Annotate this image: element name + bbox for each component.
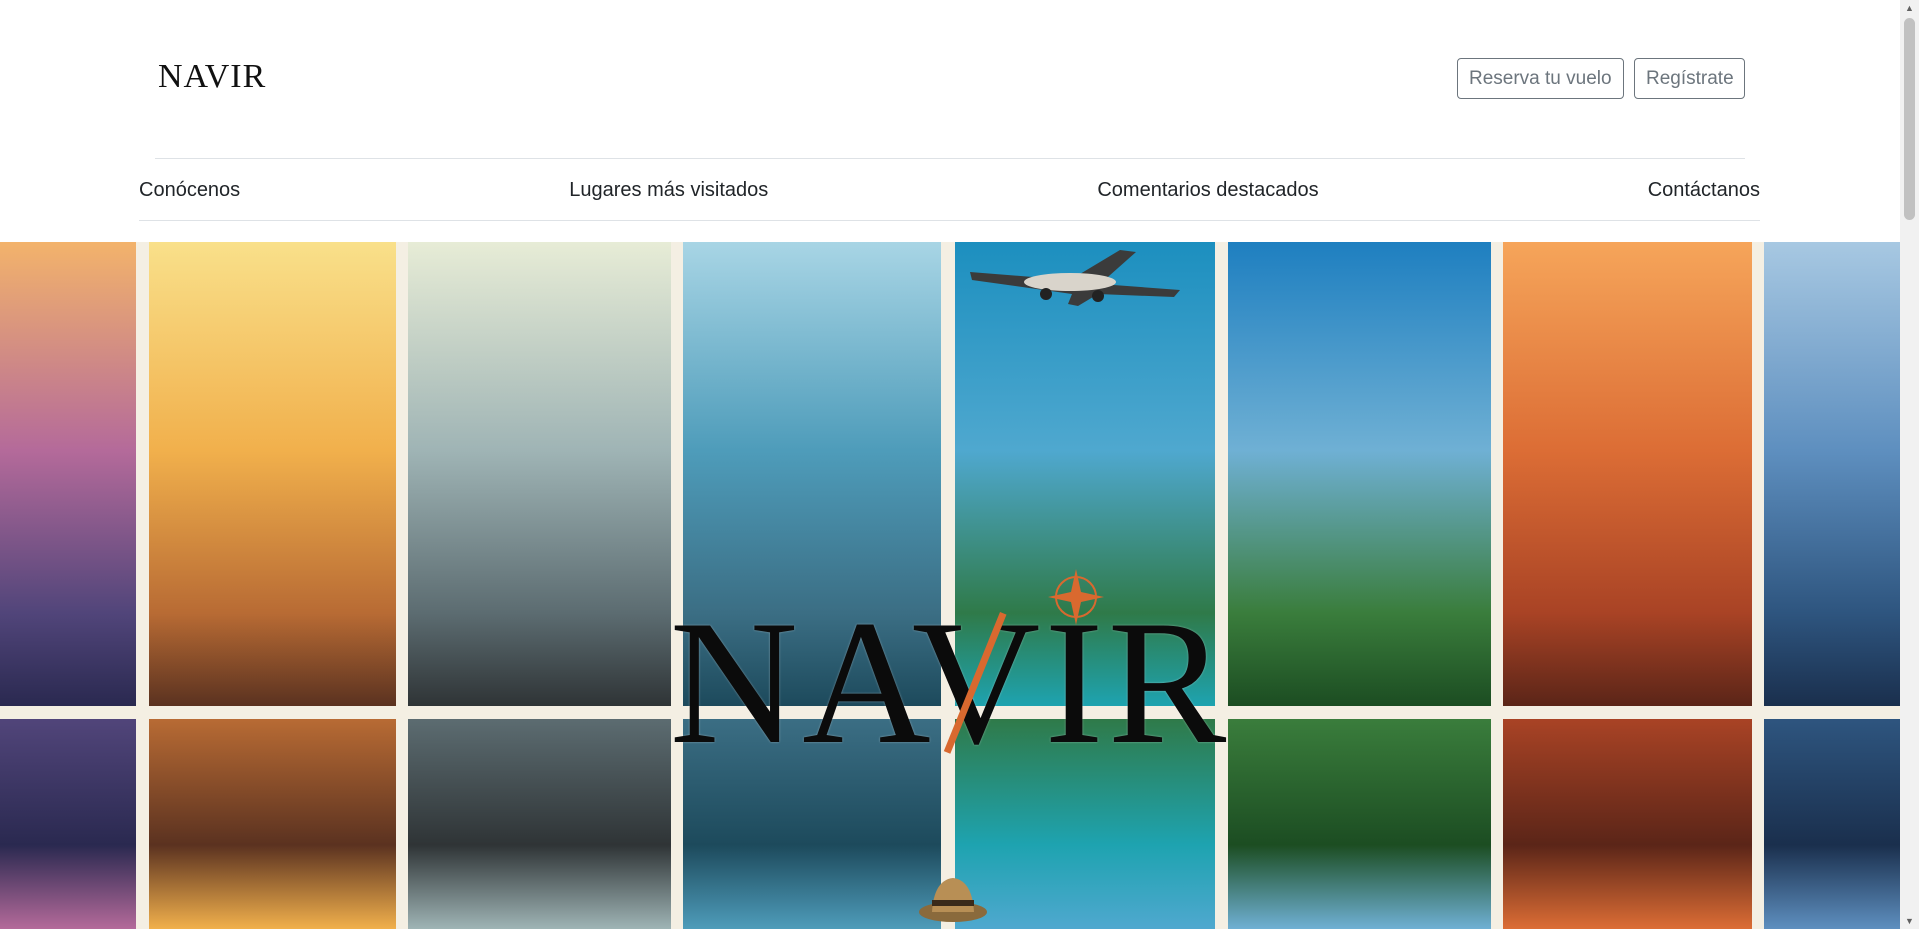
- nav-item-reviews[interactable]: Comentarios destacados: [1097, 179, 1318, 202]
- brand-logo[interactable]: NAVIR: [158, 58, 266, 96]
- nav-item-contact[interactable]: Contáctanos: [1648, 179, 1760, 202]
- hero-collage: NAVIR: [0, 242, 1900, 929]
- compass-star-icon: [1048, 569, 1104, 625]
- nav-item-places[interactable]: Lugares más visitados: [569, 179, 768, 202]
- scroll-thumb[interactable]: [1904, 18, 1915, 220]
- collage-tile-purple-city: [0, 242, 136, 706]
- nav-item-about[interactable]: Conócenos: [139, 179, 240, 202]
- register-button[interactable]: Regístrate: [1634, 58, 1745, 99]
- collage-tile-jungle-mountains: [1228, 242, 1491, 706]
- page-scrollbar[interactable]: ▲ ▼: [1900, 0, 1919, 929]
- collage-tile-blue-valley-lower: [1764, 719, 1900, 929]
- scroll-up-arrow-icon[interactable]: ▲: [1900, 0, 1919, 16]
- collage-tile-orange-mountains-lower: [1503, 719, 1752, 929]
- collage-tile-skyscrapers: [408, 242, 671, 706]
- brand-logo-text: NAVIR: [158, 58, 267, 95]
- scroll-down-arrow-icon[interactable]: ▼: [1900, 913, 1919, 929]
- main-nav: Conócenos Lugares más visitados Comentar…: [139, 160, 1760, 221]
- page: NAVIR Reserva tu vuelo Regístrate Conóce…: [0, 0, 1919, 929]
- collage-tile-airplane-lagoon-lower: [955, 719, 1215, 929]
- book-flight-button[interactable]: Reserva tu vuelo: [1457, 58, 1624, 99]
- collage-tile-sunset-buildings: [149, 242, 396, 706]
- site-header: NAVIR Reserva tu vuelo Regístrate: [0, 0, 1900, 160]
- collage-tile-orange-mountains: [1503, 242, 1752, 706]
- collage-tile-jungle-mountains-lower: [1228, 719, 1491, 929]
- collage-tile-harbor-city: [683, 242, 941, 706]
- collage-tile-blue-valley: [1764, 242, 1900, 706]
- airplane-icon: [970, 250, 1180, 306]
- collage-tile-sunset-buildings-lower: [149, 719, 396, 929]
- collage-tile-skyscrapers-lower: [408, 719, 671, 929]
- nav-divider: [139, 220, 1760, 221]
- collage-tile-harbor-city-lower: [683, 719, 941, 929]
- header-divider: [155, 158, 1745, 159]
- traveler-hat-icon: [919, 878, 987, 922]
- collage-tile-purple-city-lower: [0, 719, 136, 929]
